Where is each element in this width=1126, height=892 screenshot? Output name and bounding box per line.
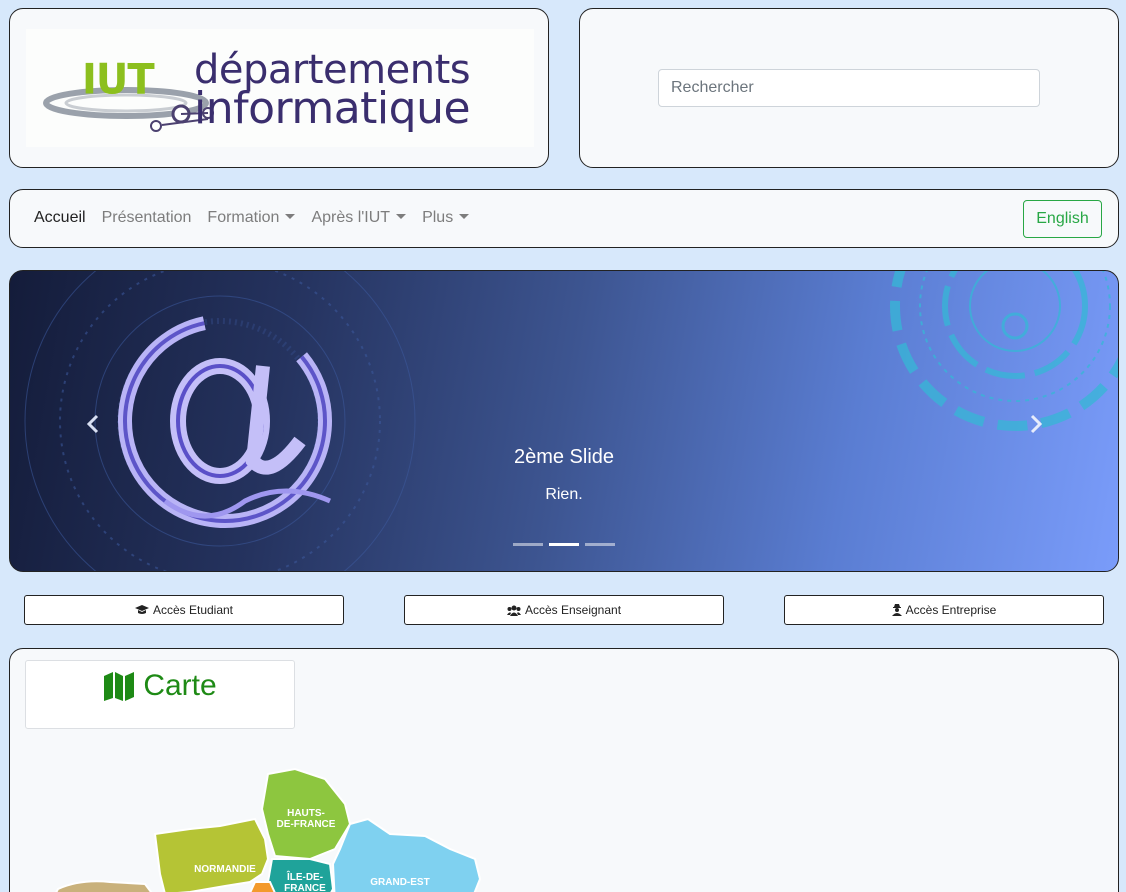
student-access-button[interactable]: Accès Etudiant	[24, 595, 344, 625]
carousel-indicators	[513, 543, 615, 546]
nav-links: Accueil Présentation Formation Après l'I…	[34, 209, 470, 227]
chevron-down-icon	[396, 214, 407, 219]
france-regions-map[interactable]: HAUTS- DE-FRANCE NORMANDIE ÎLE-DE- FRANC…	[50, 764, 490, 892]
nav-link-accueil[interactable]: Accueil	[34, 209, 86, 227]
map-label-hauts-de-france-2: DE-FRANCE	[277, 819, 336, 830]
carousel-prev-button[interactable]	[78, 409, 108, 439]
nav-link-presentation[interactable]: Présentation	[102, 209, 192, 227]
map-label-ile-de-france-2: FRANCE	[284, 883, 326, 892]
map-section: Carte HAUTS- DE-FRANCE NORMANDIE ÎLE-DE-…	[9, 648, 1119, 892]
map-label-normandie: NORMANDIE	[194, 864, 256, 875]
map-label-grand-est: GRAND-EST	[370, 877, 429, 888]
teacher-access-label: Accès Enseignant	[524, 603, 622, 617]
site-logo[interactable]: IUT départements informatique	[26, 29, 534, 147]
company-access-button[interactable]: Accès Entreprise	[784, 595, 1104, 625]
logo-iut-text: IUT	[82, 55, 155, 105]
logo-line2: informatique	[194, 83, 471, 134]
nav-dropdown-apres-iut[interactable]: Après l'IUT	[311, 209, 407, 227]
nav-plus-label: Plus	[422, 209, 454, 226]
hero-carousel: 2ème Slide Rien.	[9, 270, 1119, 572]
nav-dropdown-plus[interactable]: Plus	[422, 209, 470, 227]
header-search-panel	[579, 8, 1119, 168]
carousel-indicator-3[interactable]	[585, 543, 615, 546]
nav-apres-iut-label: Après l'IUT	[311, 209, 391, 226]
carousel-indicator-1[interactable]	[513, 543, 543, 546]
user-secret-icon	[891, 604, 902, 616]
chevron-down-icon	[459, 214, 470, 219]
student-access-label: Accès Etudiant	[152, 603, 234, 617]
map-heading-card: Carte	[25, 660, 295, 729]
carousel-slide-image	[24, 271, 1118, 571]
nav-formation-label: Formation	[207, 209, 280, 226]
carousel-indicator-2[interactable]	[549, 543, 579, 546]
header-logo-panel: IUT départements informatique	[9, 8, 549, 168]
teacher-access-button[interactable]: Accès Enseignant	[404, 595, 724, 625]
chevron-left-icon	[86, 414, 99, 434]
language-switch-button[interactable]: English	[1023, 200, 1102, 238]
nav-dropdown-formation[interactable]: Formation	[207, 209, 296, 227]
company-access-label: Accès Entreprise	[905, 603, 997, 617]
map-label-ile-de-france-1: ÎLE-DE-	[286, 870, 323, 883]
map-region-west	[55, 880, 153, 892]
map-heading-text: Carte	[143, 669, 217, 702]
carousel-slide-title: 2ème Slide	[513, 446, 615, 468]
graduation-cap-icon	[134, 605, 149, 614]
chevron-right-icon	[1030, 414, 1043, 434]
map-label-hauts-de-france-1: HAUTS-	[287, 808, 325, 819]
map-heading: Carte	[26, 669, 294, 703]
chevron-down-icon	[285, 214, 296, 219]
carousel-next-button[interactable]	[1021, 409, 1051, 439]
navbar: Accueil Présentation Formation Après l'I…	[9, 189, 1119, 248]
map-region-normandie	[153, 817, 270, 892]
search-input[interactable]	[658, 69, 1040, 107]
map-icon	[104, 672, 135, 701]
users-icon	[506, 605, 521, 616]
carousel-slide-caption: Rien.	[545, 486, 583, 503]
